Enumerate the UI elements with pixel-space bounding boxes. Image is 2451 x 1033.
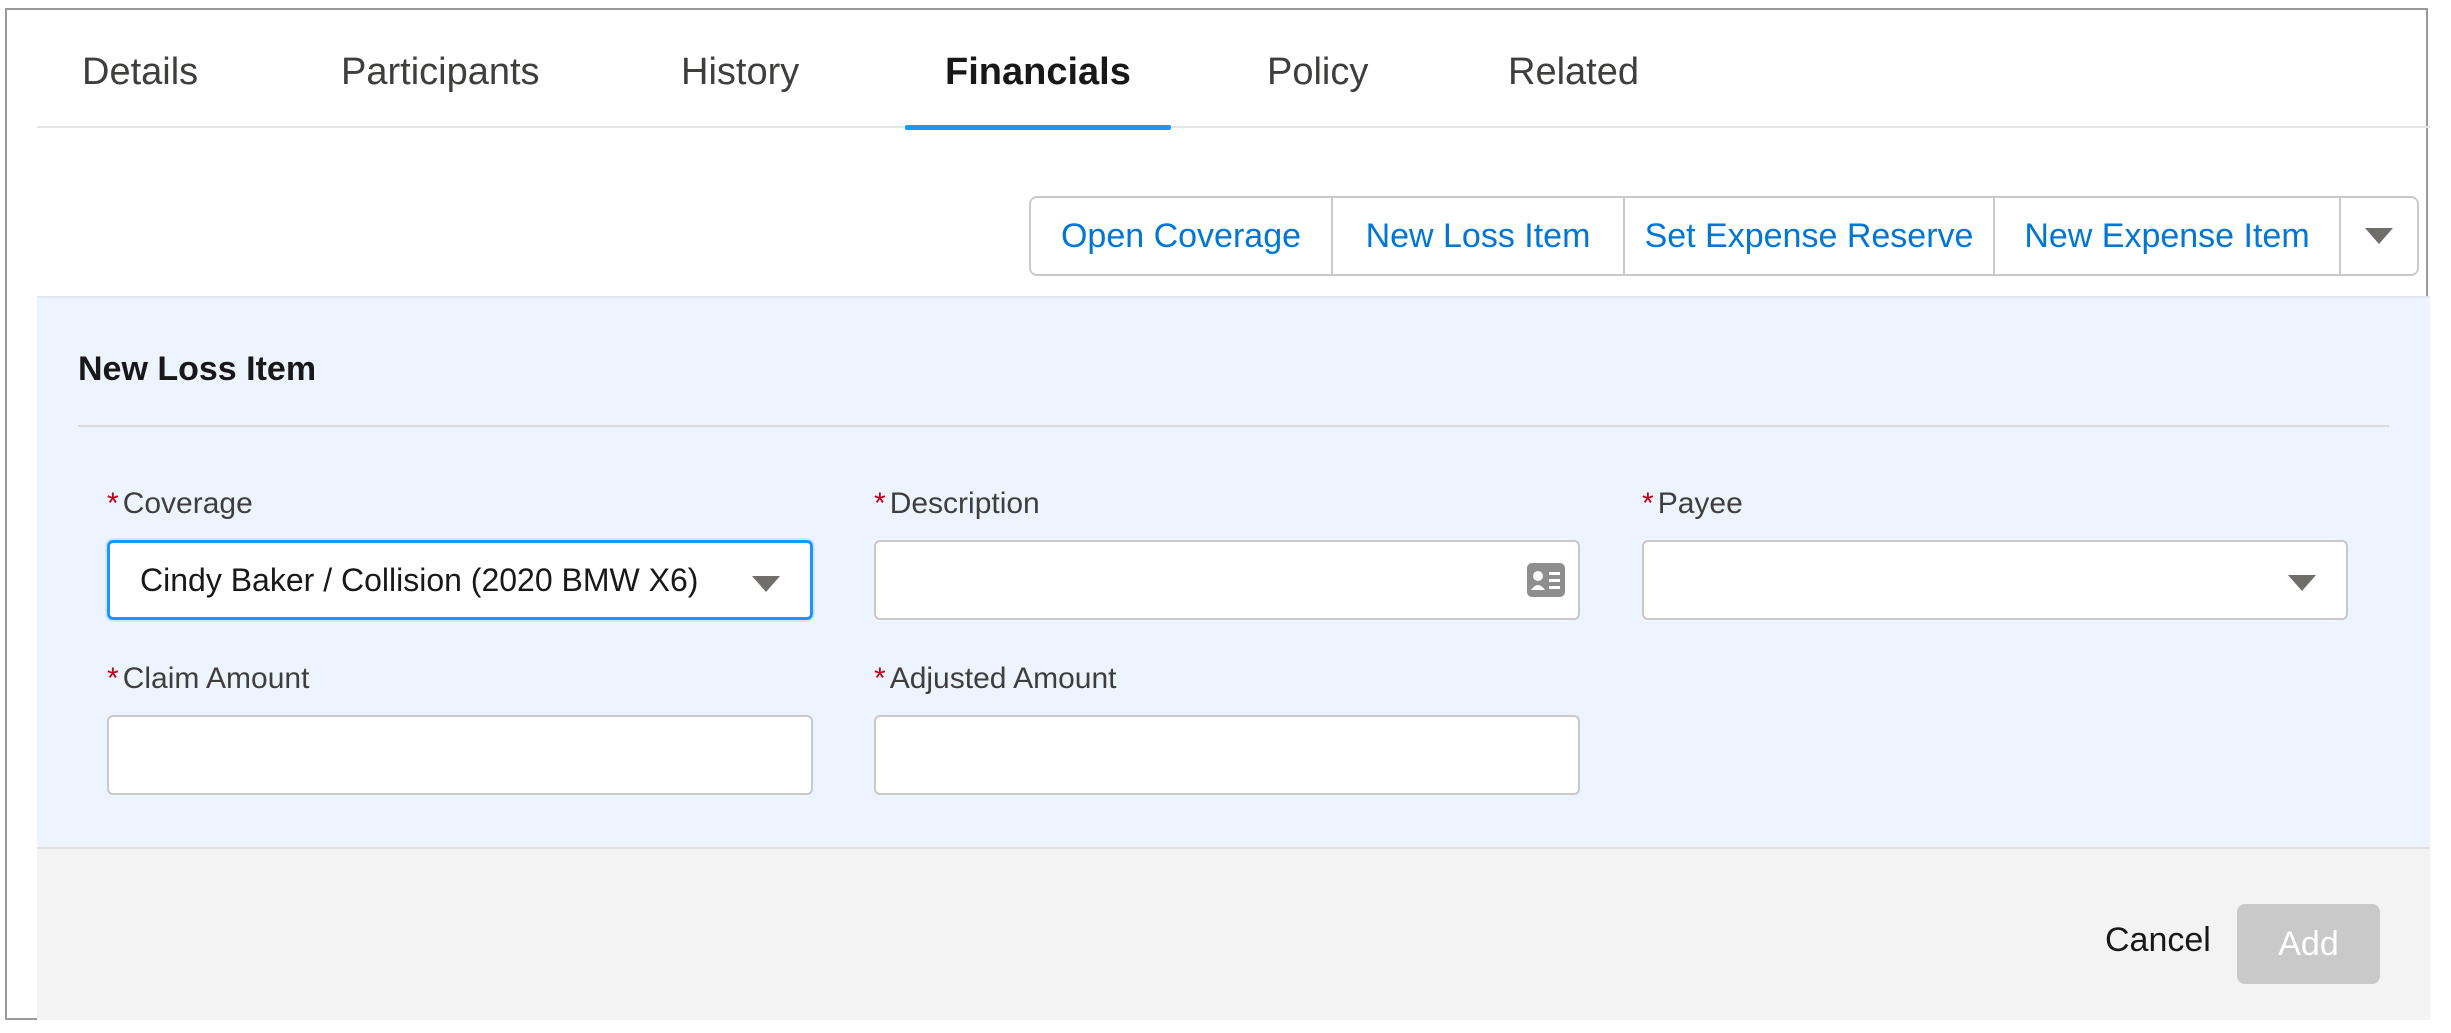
claim-amount-label: * Claim Amount bbox=[107, 659, 813, 699]
open-coverage-button[interactable]: Open Coverage bbox=[1031, 198, 1333, 274]
description-field: * Description bbox=[874, 484, 1580, 620]
form-title: New Loss Item bbox=[78, 350, 317, 388]
more-actions-button[interactable] bbox=[2341, 198, 2417, 274]
tab-bar: Details Participants History Financials … bbox=[37, 10, 2430, 130]
claim-amount-label-text: Claim Amount bbox=[122, 662, 310, 695]
tab-financials[interactable]: Financials bbox=[905, 10, 1171, 130]
payee-label-text: Payee bbox=[1657, 487, 1743, 520]
set-expense-reserve-button[interactable]: Set Expense Reserve bbox=[1625, 198, 1995, 274]
coverage-label-text: Coverage bbox=[122, 487, 253, 520]
coverage-select[interactable]: Cindy Baker / Collision (2020 BMW X6) bbox=[107, 540, 813, 620]
description-label-text: Description bbox=[889, 487, 1040, 520]
tab-participants[interactable]: Participants bbox=[341, 10, 540, 128]
chevron-down-icon bbox=[752, 576, 780, 592]
cancel-button[interactable]: Cancel bbox=[2105, 921, 2211, 960]
new-expense-item-button[interactable]: New Expense Item bbox=[1995, 198, 2341, 274]
tab-history[interactable]: History bbox=[681, 10, 799, 128]
required-marker: * bbox=[874, 487, 886, 520]
required-marker: * bbox=[107, 662, 119, 695]
financials-action-bar: Open Coverage New Loss Item Set Expense … bbox=[1029, 196, 2419, 276]
form-footer: Cancel Add bbox=[37, 847, 2430, 1020]
required-marker: * bbox=[107, 487, 119, 520]
tab-details[interactable]: Details bbox=[82, 10, 198, 128]
coverage-field: * Coverage Cindy Baker / Collision (2020 … bbox=[107, 484, 813, 620]
payee-field: * Payee bbox=[1642, 484, 2348, 620]
claim-amount-field: * Claim Amount bbox=[107, 659, 813, 795]
description-input[interactable] bbox=[874, 540, 1580, 620]
chevron-down-icon bbox=[2365, 228, 2393, 244]
description-label: * Description bbox=[874, 484, 1580, 524]
adjusted-amount-label-text: Adjusted Amount bbox=[889, 662, 1117, 695]
record-frame: Details Participants History Financials … bbox=[5, 8, 2430, 1020]
adjusted-amount-field: * Adjusted Amount bbox=[874, 659, 1580, 795]
coverage-label: * Coverage bbox=[107, 484, 813, 524]
payee-label: * Payee bbox=[1642, 484, 2348, 524]
new-loss-item-form: New Loss Item * Coverage Cindy Baker / Co… bbox=[37, 296, 2430, 847]
required-marker: * bbox=[1642, 487, 1654, 520]
adjusted-amount-label: * Adjusted Amount bbox=[874, 659, 1580, 699]
form-divider bbox=[78, 425, 2389, 427]
contact-card-icon[interactable] bbox=[1526, 562, 1566, 606]
claim-amount-input[interactable] bbox=[107, 715, 813, 795]
tab-policy[interactable]: Policy bbox=[1267, 10, 1368, 128]
tab-related[interactable]: Related bbox=[1508, 10, 1639, 128]
add-button[interactable]: Add bbox=[2237, 904, 2380, 984]
payee-select[interactable] bbox=[1642, 540, 2348, 620]
required-marker: * bbox=[874, 662, 886, 695]
new-loss-item-button[interactable]: New Loss Item bbox=[1333, 198, 1625, 274]
adjusted-amount-input[interactable] bbox=[874, 715, 1580, 795]
chevron-down-icon bbox=[2288, 575, 2316, 591]
coverage-value: Cindy Baker / Collision (2020 BMW X6) bbox=[140, 561, 699, 598]
